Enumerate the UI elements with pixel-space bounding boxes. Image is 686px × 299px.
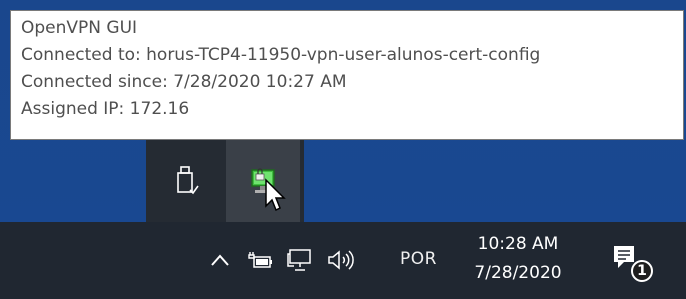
clock-time: 10:28 AM: [477, 234, 559, 254]
openvpn-tray-button[interactable]: [226, 140, 300, 222]
usb-tray-button[interactable]: [150, 140, 224, 222]
usb-safely-remove-icon: [177, 166, 199, 195]
taskbar-clock[interactable]: 10:28 AM 7/28/2020: [463, 230, 573, 288]
tooltip-assigned-ip: Assigned IP: 172.16: [21, 99, 190, 119]
tooltip-title: OpenVPN GUI: [21, 18, 138, 38]
taskbar: POR 10:28 AM 7/28/2020 1: [0, 222, 686, 299]
battery-charging-icon: [248, 252, 272, 268]
notification-count-badge: 1: [631, 260, 653, 282]
mouse-cursor-icon: [265, 178, 286, 212]
clock-date: 7/28/2020: [474, 263, 562, 283]
battery-tray-button[interactable]: [244, 244, 276, 276]
tooltip-connected-since: Connected since: 7/28/2020 10:27 AM: [21, 72, 347, 92]
volume-tray-button[interactable]: [324, 244, 360, 276]
tooltip-connected-to: Connected to: horus-TCP4-11950-vpn-user-…: [21, 45, 541, 65]
input-language-indicator[interactable]: POR: [400, 249, 437, 269]
speaker-volume-icon: [328, 250, 354, 270]
chevron-up-icon: [211, 254, 229, 266]
show-hidden-icons-button[interactable]: [205, 244, 235, 276]
openvpn-tooltip: OpenVPN GUI Connected to: horus-TCP4-119…: [10, 10, 684, 140]
network-ethernet-icon: [287, 249, 311, 271]
network-tray-button[interactable]: [284, 244, 316, 276]
